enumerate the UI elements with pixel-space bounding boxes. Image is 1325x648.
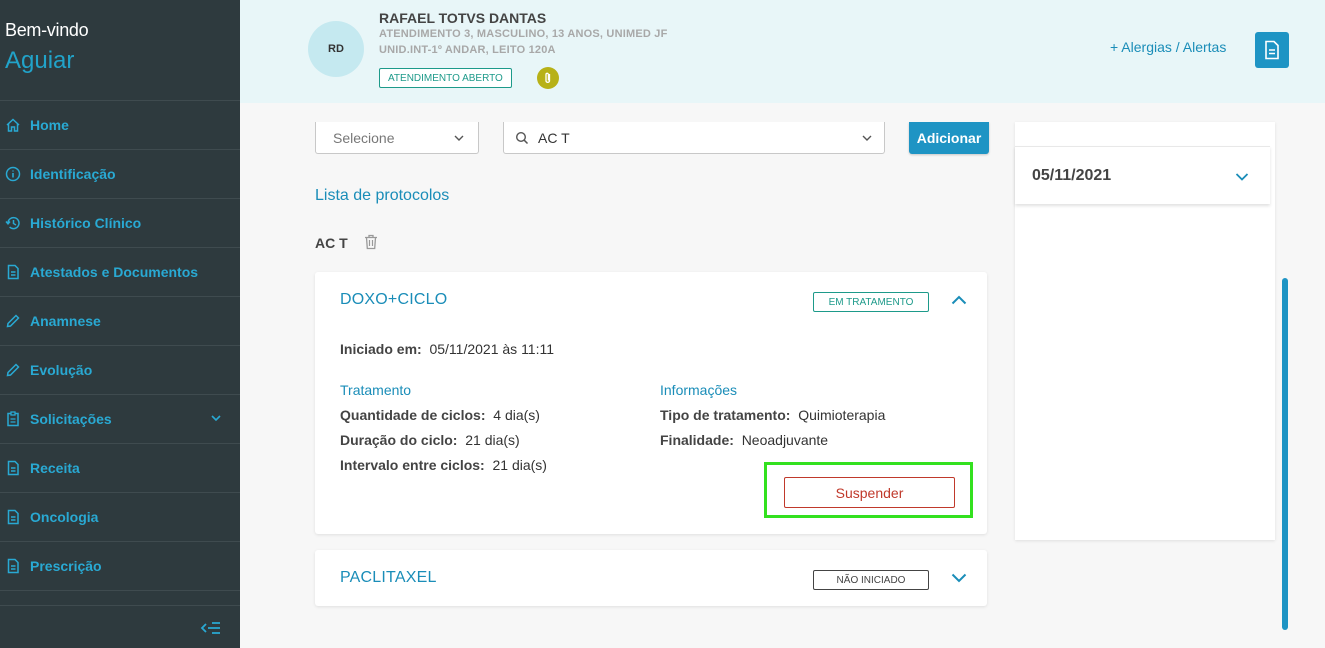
suspend-button[interactable]: Suspender	[784, 477, 955, 508]
protocol-name: AC T	[315, 235, 348, 251]
sidebar-item-solicitacoes[interactable]: Solicitações	[0, 395, 240, 444]
sidebar-item-label: Home	[30, 117, 69, 133]
sidebar-item-atestados[interactable]: Atestados e Documentos	[0, 248, 240, 297]
date-accordion[interactable]: 05/11/2021	[1015, 146, 1270, 204]
user-name: Aguiar	[5, 47, 75, 74]
sidebar-item-prescricao[interactable]: Prescrição	[0, 542, 240, 591]
sidebar-item-label: Anamnese	[30, 313, 101, 329]
interval-label: Intervalo entre ciclos:	[340, 457, 485, 473]
pencil-icon	[0, 313, 30, 329]
attendance-status-badge: ATENDIMENTO ABERTO	[379, 68, 512, 88]
avatar: RD	[308, 21, 364, 77]
started-value: 05/11/2021 às 11:11	[429, 341, 555, 357]
duration-value: 21 dia(s)	[465, 432, 520, 448]
sidebar-item-home[interactable]: Home	[0, 101, 240, 150]
clipboard-icon	[0, 411, 30, 427]
purpose-row: Finalidade: Neoadjuvante	[660, 432, 828, 448]
duration-row: Duração do ciclo: 21 dia(s)	[340, 432, 520, 448]
protocol-list-title: Lista de protocolos	[315, 187, 450, 204]
purpose-label: Finalidade:	[660, 432, 734, 448]
select-value: Selecione	[333, 129, 395, 146]
treatment-header: Tratamento	[340, 382, 412, 398]
chevron-down-icon	[454, 135, 464, 141]
card-title: DOXO+CICLO	[340, 291, 448, 308]
document-button[interactable]	[1255, 32, 1289, 68]
cycles-value: 4 dia(s)	[493, 407, 540, 423]
cycles-row: Quantidade de ciclos: 4 dia(s)	[340, 407, 540, 423]
patient-info: ATENDIMENTO 3, MASCULINO, 13 ANOS, UNIME…	[379, 28, 668, 40]
type-value: Quimioterapia	[798, 407, 886, 423]
chevron-down-icon	[1235, 173, 1249, 181]
sidebar-nav: Home Identificação Histórico Clínico Ate…	[0, 100, 240, 591]
history-icon	[0, 215, 30, 231]
sidebar-item-label: Oncologia	[30, 509, 99, 525]
info-header: Informações	[660, 382, 738, 398]
chevron-up-icon[interactable]	[951, 295, 967, 305]
duration-label: Duração do ciclo:	[340, 432, 458, 448]
collapse-menu-icon[interactable]	[200, 618, 222, 638]
document-icon	[1265, 40, 1279, 60]
scrollbar[interactable]	[1282, 278, 1288, 630]
sidebar-item-label: Prescrição	[30, 558, 102, 574]
sidebar-item-label: Solicitações	[30, 411, 112, 427]
sidebar: Bem-vindo Aguiar Home Identificação Hist…	[0, 0, 240, 648]
document-icon	[0, 264, 30, 280]
interval-row: Intervalo entre ciclos: 21 dia(s)	[340, 457, 547, 473]
sidebar-item-identificacao[interactable]: Identificação	[0, 150, 240, 199]
allergies-alerts-link[interactable]: + Alergias / Alertas	[1110, 39, 1226, 55]
chevron-down-icon	[211, 415, 221, 422]
status-badge: NÃO INICIADO	[813, 570, 929, 590]
sidebar-item-label: Histórico Clínico	[30, 215, 142, 231]
patient-header: RD RAFAEL TOTVS DANTAS ATENDIMENTO 3, MA…	[240, 0, 1325, 103]
history-date: 05/11/2021	[1032, 167, 1112, 184]
welcome-text: Bem-vindo	[5, 20, 89, 40]
sidebar-item-label: Atestados e Documentos	[30, 264, 199, 280]
sidebar-item-evolucao[interactable]: Evolução	[0, 346, 240, 395]
chevron-down-icon[interactable]	[951, 573, 967, 583]
status-badge: EM TRATAMENTO	[813, 292, 929, 312]
document-icon	[0, 509, 30, 525]
add-button[interactable]: Adicionar	[909, 122, 989, 154]
divider	[0, 605, 240, 606]
sidebar-item-anamnese[interactable]: Anamnese	[0, 297, 240, 346]
home-icon	[0, 117, 30, 133]
sidebar-item-receita[interactable]: Receita	[0, 444, 240, 493]
search-icon	[515, 131, 529, 144]
sidebar-item-oncologia[interactable]: Oncologia	[0, 493, 240, 542]
patient-name: RAFAEL TOTVS DANTAS	[379, 10, 547, 26]
type-label: Tipo de tratamento:	[660, 407, 791, 423]
sidebar-item-label: Evolução	[30, 362, 93, 378]
chevron-down-icon	[862, 135, 872, 141]
started-label: Iniciado em:	[340, 341, 422, 357]
info-icon	[0, 166, 30, 182]
cycles-label: Quantidade de ciclos:	[340, 407, 486, 423]
card-title: PACLITAXEL	[340, 569, 437, 586]
type-row: Tipo de tratamento: Quimioterapia	[660, 407, 885, 423]
search-value: AC T	[538, 129, 570, 146]
history-panel: 05/11/2021	[1015, 122, 1275, 540]
protocol-search-input[interactable]: AC T	[503, 122, 885, 154]
sidebar-item-historico[interactable]: Histórico Clínico	[0, 199, 240, 248]
interval-value: 21 dia(s)	[492, 457, 547, 473]
patient-location: UNID.INT-1º ANDAR, LEITO 120A	[379, 44, 556, 56]
protocol-type-select[interactable]: Selecione	[315, 122, 479, 154]
purpose-value: Neoadjuvante	[741, 432, 829, 448]
header-spacer	[240, 103, 1325, 122]
document-icon	[0, 558, 30, 574]
sidebar-item-label: Receita	[30, 460, 80, 476]
document-icon	[0, 460, 30, 476]
pencil-icon	[0, 362, 30, 378]
sidebar-item-label: Identificação	[30, 166, 116, 182]
trash-icon[interactable]	[364, 234, 378, 250]
protocol-card-paclitaxel[interactable]: PACLITAXEL NÃO INICIADO	[315, 550, 987, 606]
paperclip-icon[interactable]	[537, 67, 559, 89]
started-row: Iniciado em: 05/11/2021 às 11:11	[340, 341, 554, 357]
